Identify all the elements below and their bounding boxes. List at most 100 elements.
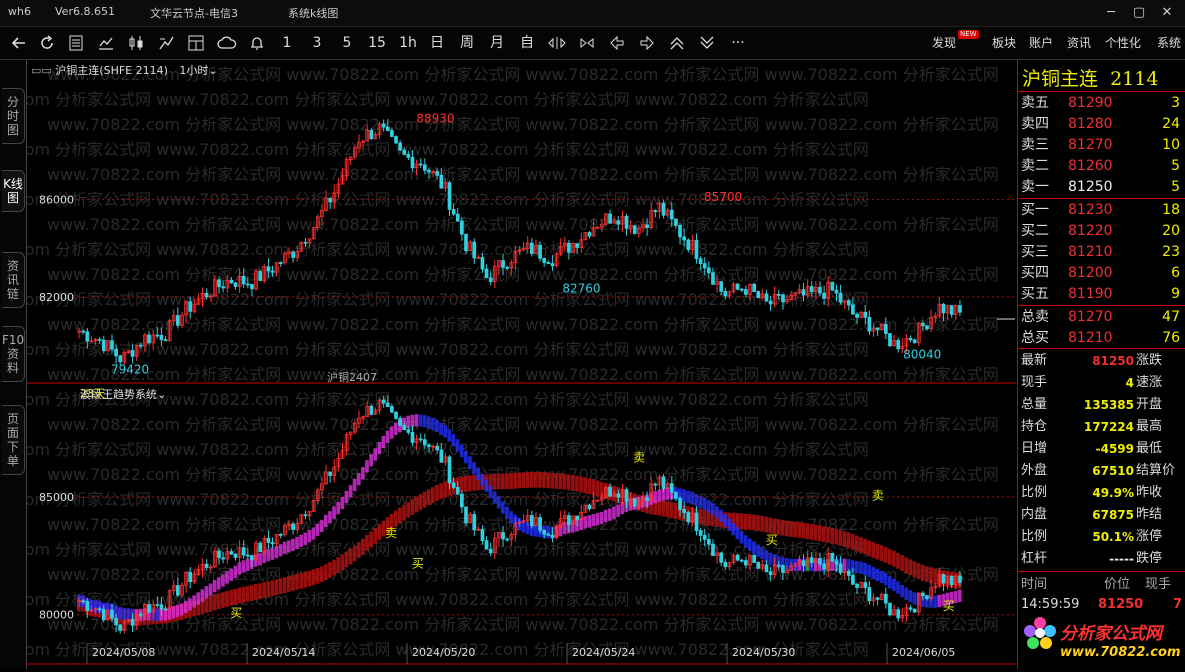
slow-band-bar	[850, 534, 855, 550]
list-icon[interactable]	[67, 34, 85, 52]
tab-kline[interactable]: K线图	[2, 170, 25, 212]
chart-period[interactable]: 1小时	[179, 64, 208, 77]
expand-horizontal-icon[interactable]	[548, 34, 566, 52]
candlestick-icon[interactable]	[127, 34, 145, 52]
period-1min[interactable]: 1	[278, 34, 296, 52]
period-3min[interactable]: 3	[308, 34, 326, 52]
news-button[interactable]: 资讯	[1067, 34, 1091, 52]
shrink-horizontal-icon[interactable]	[578, 34, 596, 52]
account-button[interactable]: 账户	[1029, 34, 1053, 52]
chart-area[interactable]: www.70822.com 分析家公式网 www.70822.com 分析家公式…	[0, 60, 1016, 669]
indicator-title[interactable]: 波段王趋势系统⌄	[80, 386, 166, 402]
order-book-price[interactable]: 81290	[1068, 93, 1113, 114]
period-custom[interactable]: 自	[518, 34, 536, 52]
order-book-price[interactable]: 81280	[1068, 114, 1113, 135]
period-week[interactable]: 周	[458, 34, 476, 52]
sector-button[interactable]: 板块	[992, 34, 1016, 52]
order-book-row[interactable]: 买三 81210 23	[1018, 242, 1185, 263]
order-book-row[interactable]: 买一 81230 18	[1018, 200, 1185, 221]
indicator-candle-body	[822, 563, 826, 570]
slow-band-bar	[319, 566, 324, 583]
chart-header[interactable]: ▭▭ 沪铜主连(SHFE 2114) 1小时⌄	[31, 62, 218, 78]
order-book-row[interactable]: 总买 81210 76	[1018, 328, 1185, 349]
tab-intraday[interactable]: 分时图	[2, 88, 25, 144]
order-book-row[interactable]: 卖四 81280 24	[1018, 114, 1185, 135]
stat-value: 135385	[1083, 398, 1134, 412]
tab-news-chain-label: 资讯链	[6, 259, 19, 301]
order-book-row[interactable]: 买四 81200 6	[1018, 263, 1185, 284]
order-book-row[interactable]: 卖一 81250 5	[1018, 177, 1185, 198]
layout-icon[interactable]	[187, 34, 205, 52]
order-book-price[interactable]: 81200	[1068, 263, 1113, 284]
cloud-icon[interactable]	[217, 34, 237, 52]
fast-band-bar	[373, 448, 378, 461]
candle-body	[472, 241, 477, 259]
tab-page-order[interactable]: 页面下单	[2, 405, 25, 475]
refresh-icon[interactable]	[38, 34, 56, 52]
candle-body	[530, 242, 534, 254]
period-day[interactable]: 日	[428, 34, 446, 52]
maximize-icon[interactable]: ▢	[1128, 3, 1150, 23]
discover-button[interactable]: 发现	[932, 34, 956, 52]
fast-band-bar	[286, 540, 291, 553]
order-book-price[interactable]: 81270	[1068, 307, 1113, 328]
fast-band-bar	[274, 545, 279, 559]
zoom-up-icon[interactable]	[668, 34, 686, 52]
slow-band-bar	[657, 499, 662, 516]
period-1h[interactable]: 1h	[398, 34, 418, 52]
zoom-down-icon[interactable]	[698, 34, 716, 52]
stat-row: 现手 4 速涨	[1018, 372, 1185, 394]
move-right-icon[interactable]	[638, 34, 656, 52]
kline-chart-svg[interactable]: www.70822.com 分析家公式网 www.70822.com 分析家公式…	[0, 60, 1016, 669]
indicator-candle-body	[435, 445, 440, 451]
period-5min[interactable]: 5	[338, 34, 356, 52]
tab-news-chain[interactable]: 资讯链	[2, 252, 25, 308]
indicator-candle-body	[744, 560, 748, 566]
order-book-price[interactable]: 81210	[1068, 242, 1113, 263]
back-arrow-icon[interactable]	[10, 34, 28, 52]
candle-body	[653, 210, 658, 213]
period-month[interactable]: 月	[488, 34, 506, 52]
order-book-price[interactable]: 81230	[1068, 200, 1113, 221]
trend-icon[interactable]	[157, 34, 175, 52]
period-15min[interactable]: 15	[366, 34, 388, 52]
indicator-candle-body	[698, 530, 703, 536]
system-button[interactable]: 系统	[1157, 34, 1181, 52]
order-book-price[interactable]: 81210	[1068, 328, 1113, 349]
candle-body	[863, 311, 868, 318]
slow-band-bar	[739, 513, 744, 530]
order-book-row[interactable]: 总卖 81270 47	[1018, 307, 1185, 328]
close-icon[interactable]: ✕	[1156, 3, 1178, 23]
slow-band-bar	[900, 555, 904, 571]
move-left-icon[interactable]	[608, 34, 626, 52]
order-book-price[interactable]: 81190	[1068, 284, 1113, 305]
personalize-button[interactable]: 个性化	[1105, 34, 1141, 52]
bell-icon[interactable]	[248, 34, 266, 52]
order-book-price[interactable]: 81260	[1068, 156, 1113, 177]
order-book-row[interactable]: 买五 81190 9	[1018, 284, 1185, 305]
toolbar: 1 3 5 15 1h 日 周 月 自 ··· 发现 NEW 板块 账户 资讯 …	[0, 27, 1185, 60]
server-selector[interactable]: 文华云节点-电信3	[150, 5, 238, 21]
scheme-selector[interactable]: 系统k线图	[288, 5, 338, 21]
line-chart-icon[interactable]	[97, 34, 115, 52]
order-book-row[interactable]: 买二 81220 20	[1018, 221, 1185, 242]
slow-band-bar	[546, 472, 550, 489]
tab-f10[interactable]: F10资料	[2, 326, 25, 382]
chart-period-arrow[interactable]: ⌄	[208, 64, 217, 77]
stat-value: 67510	[1092, 464, 1134, 478]
indicator-candle-body	[410, 431, 415, 443]
order-book-row[interactable]: 卖二 81260 5	[1018, 156, 1185, 177]
order-book-row[interactable]: 卖三 81270 10	[1018, 135, 1185, 156]
candle-body	[875, 327, 880, 331]
order-book-price[interactable]: 81220	[1068, 221, 1113, 242]
indicator-candle-body	[896, 609, 901, 619]
order-book-price[interactable]: 81270	[1068, 135, 1113, 156]
indicator-candle-body	[608, 486, 612, 497]
minimize-icon[interactable]: ─	[1100, 3, 1122, 23]
order-book-price[interactable]: 81250	[1068, 177, 1113, 198]
order-book-row[interactable]: 卖五 81290 3	[1018, 93, 1185, 114]
slow-band-bar	[904, 557, 909, 574]
order-book-label: 卖五	[1021, 95, 1049, 111]
slow-band-bar	[241, 586, 246, 603]
more-icon[interactable]: ···	[728, 34, 748, 52]
